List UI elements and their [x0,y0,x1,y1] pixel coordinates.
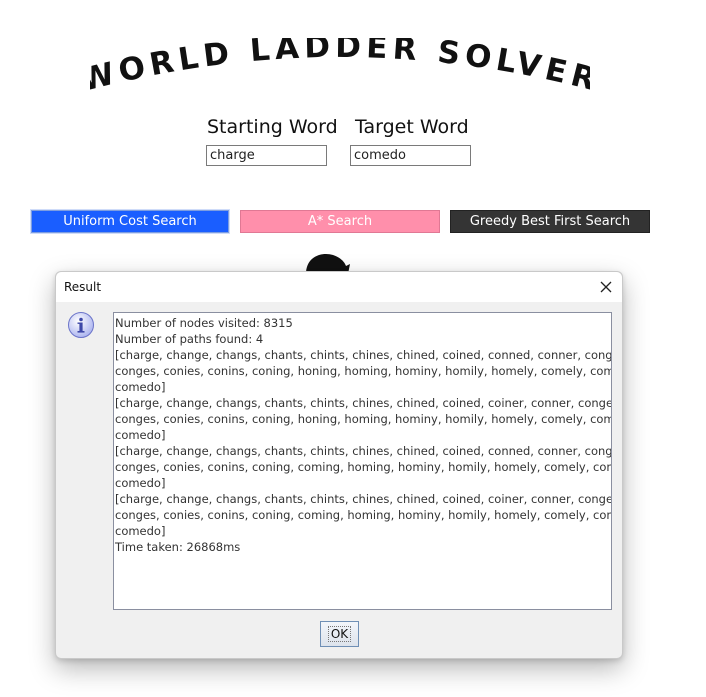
dialog-title: Result [64,280,102,294]
starting-word-input[interactable]: charge [206,145,327,166]
result-line: conges, conies, conins, coning, coming, … [115,460,612,474]
result-line: conges, conies, conins, coning, honing, … [115,364,612,378]
result-line: conges, conies, conins, coning, honing, … [115,412,612,426]
uniform-cost-search-button[interactable]: Uniform Cost Search [30,209,230,234]
close-button[interactable] [596,277,616,297]
result-line: [charge, change, changs, chants, chints,… [115,492,612,506]
info-icon [68,312,94,338]
starting-word-label: Starting Word [207,116,338,138]
svg-text:WORLD LADDER SOLVER: WORLD LADDER SOLVER [90,38,590,98]
result-line: comedo] [115,524,166,538]
app-title: WORLD LADDER SOLVER [76,29,599,99]
ok-button-label: OK [327,626,352,642]
result-line: comedo] [115,476,166,490]
result-line: [charge, change, changs, chants, chints,… [115,444,612,458]
ok-button[interactable]: OK [320,621,359,647]
result-line: comedo] [115,380,166,394]
result-line: [charge, change, changs, chants, chints,… [115,396,612,410]
result-line: Number of paths found: 4 [115,332,264,346]
result-text-area[interactable]: Number of nodes visited: 8315 Number of p… [113,312,612,610]
result-line: conges, conies, conins, coning, coming, … [115,508,612,522]
a-star-search-button[interactable]: A* Search [240,210,440,233]
close-icon [600,281,612,293]
greedy-best-first-search-button[interactable]: Greedy Best First Search [450,210,650,233]
target-word-input[interactable]: comedo [350,145,471,166]
target-word-label: Target Word [355,116,469,138]
result-line: Number of nodes visited: 8315 [115,316,293,330]
dialog-titlebar[interactable]: Result [56,272,622,302]
result-dialog: Result Number of nodes visited: 8315 Numb… [55,271,623,659]
app-title-arc: WORLD LADDER SOLVER [76,29,599,99]
app-title-text: WORLD LADDER SOLVER [76,29,599,99]
result-line: [charge, change, changs, chants, chints,… [115,348,612,362]
result-line: Time taken: 26868ms [115,540,241,554]
result-line: comedo] [115,428,166,442]
